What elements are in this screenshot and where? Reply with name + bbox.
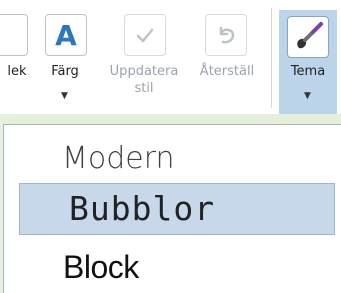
theme-button-label: Tema [290,64,326,79]
reset-button[interactable]: Återställ [192,63,262,80]
undo-icon [205,14,247,56]
reset-button-label: Återställ [199,64,255,79]
update-style-button-label: Uppdatera stil [109,64,179,96]
svg-text:A: A [55,20,77,50]
ribbon-separator [271,8,272,108]
theme-item-modern[interactable]: Modern [4,137,338,181]
color-button[interactable]: Färg [45,63,85,80]
ribbon: lek A Färg ▼ Uppdatera stil Återställ Te… [0,0,341,114]
size-button-label: lek [7,64,27,79]
chevron-down-icon[interactable]: ▼ [61,91,68,101]
color-button-label: Färg [51,64,79,79]
size-icon-box [0,14,28,56]
paintbrush-icon [287,16,329,58]
theme-item-block[interactable]: Block [4,243,338,291]
update-style-button[interactable]: Uppdatera stil [94,63,194,97]
font-color-a-icon[interactable]: A [45,14,87,56]
theme-dropdown: Modern Bubblor Block [3,124,341,293]
theme-button-text: Tema [279,63,337,80]
theme-item-bubblor[interactable]: Bubblor [19,183,335,235]
size-button[interactable]: lek [0,63,36,80]
ribbon-bottom-strip [0,114,341,124]
chevron-down-icon[interactable]: ▼ [304,91,311,101]
checkmark-icon [124,14,166,56]
